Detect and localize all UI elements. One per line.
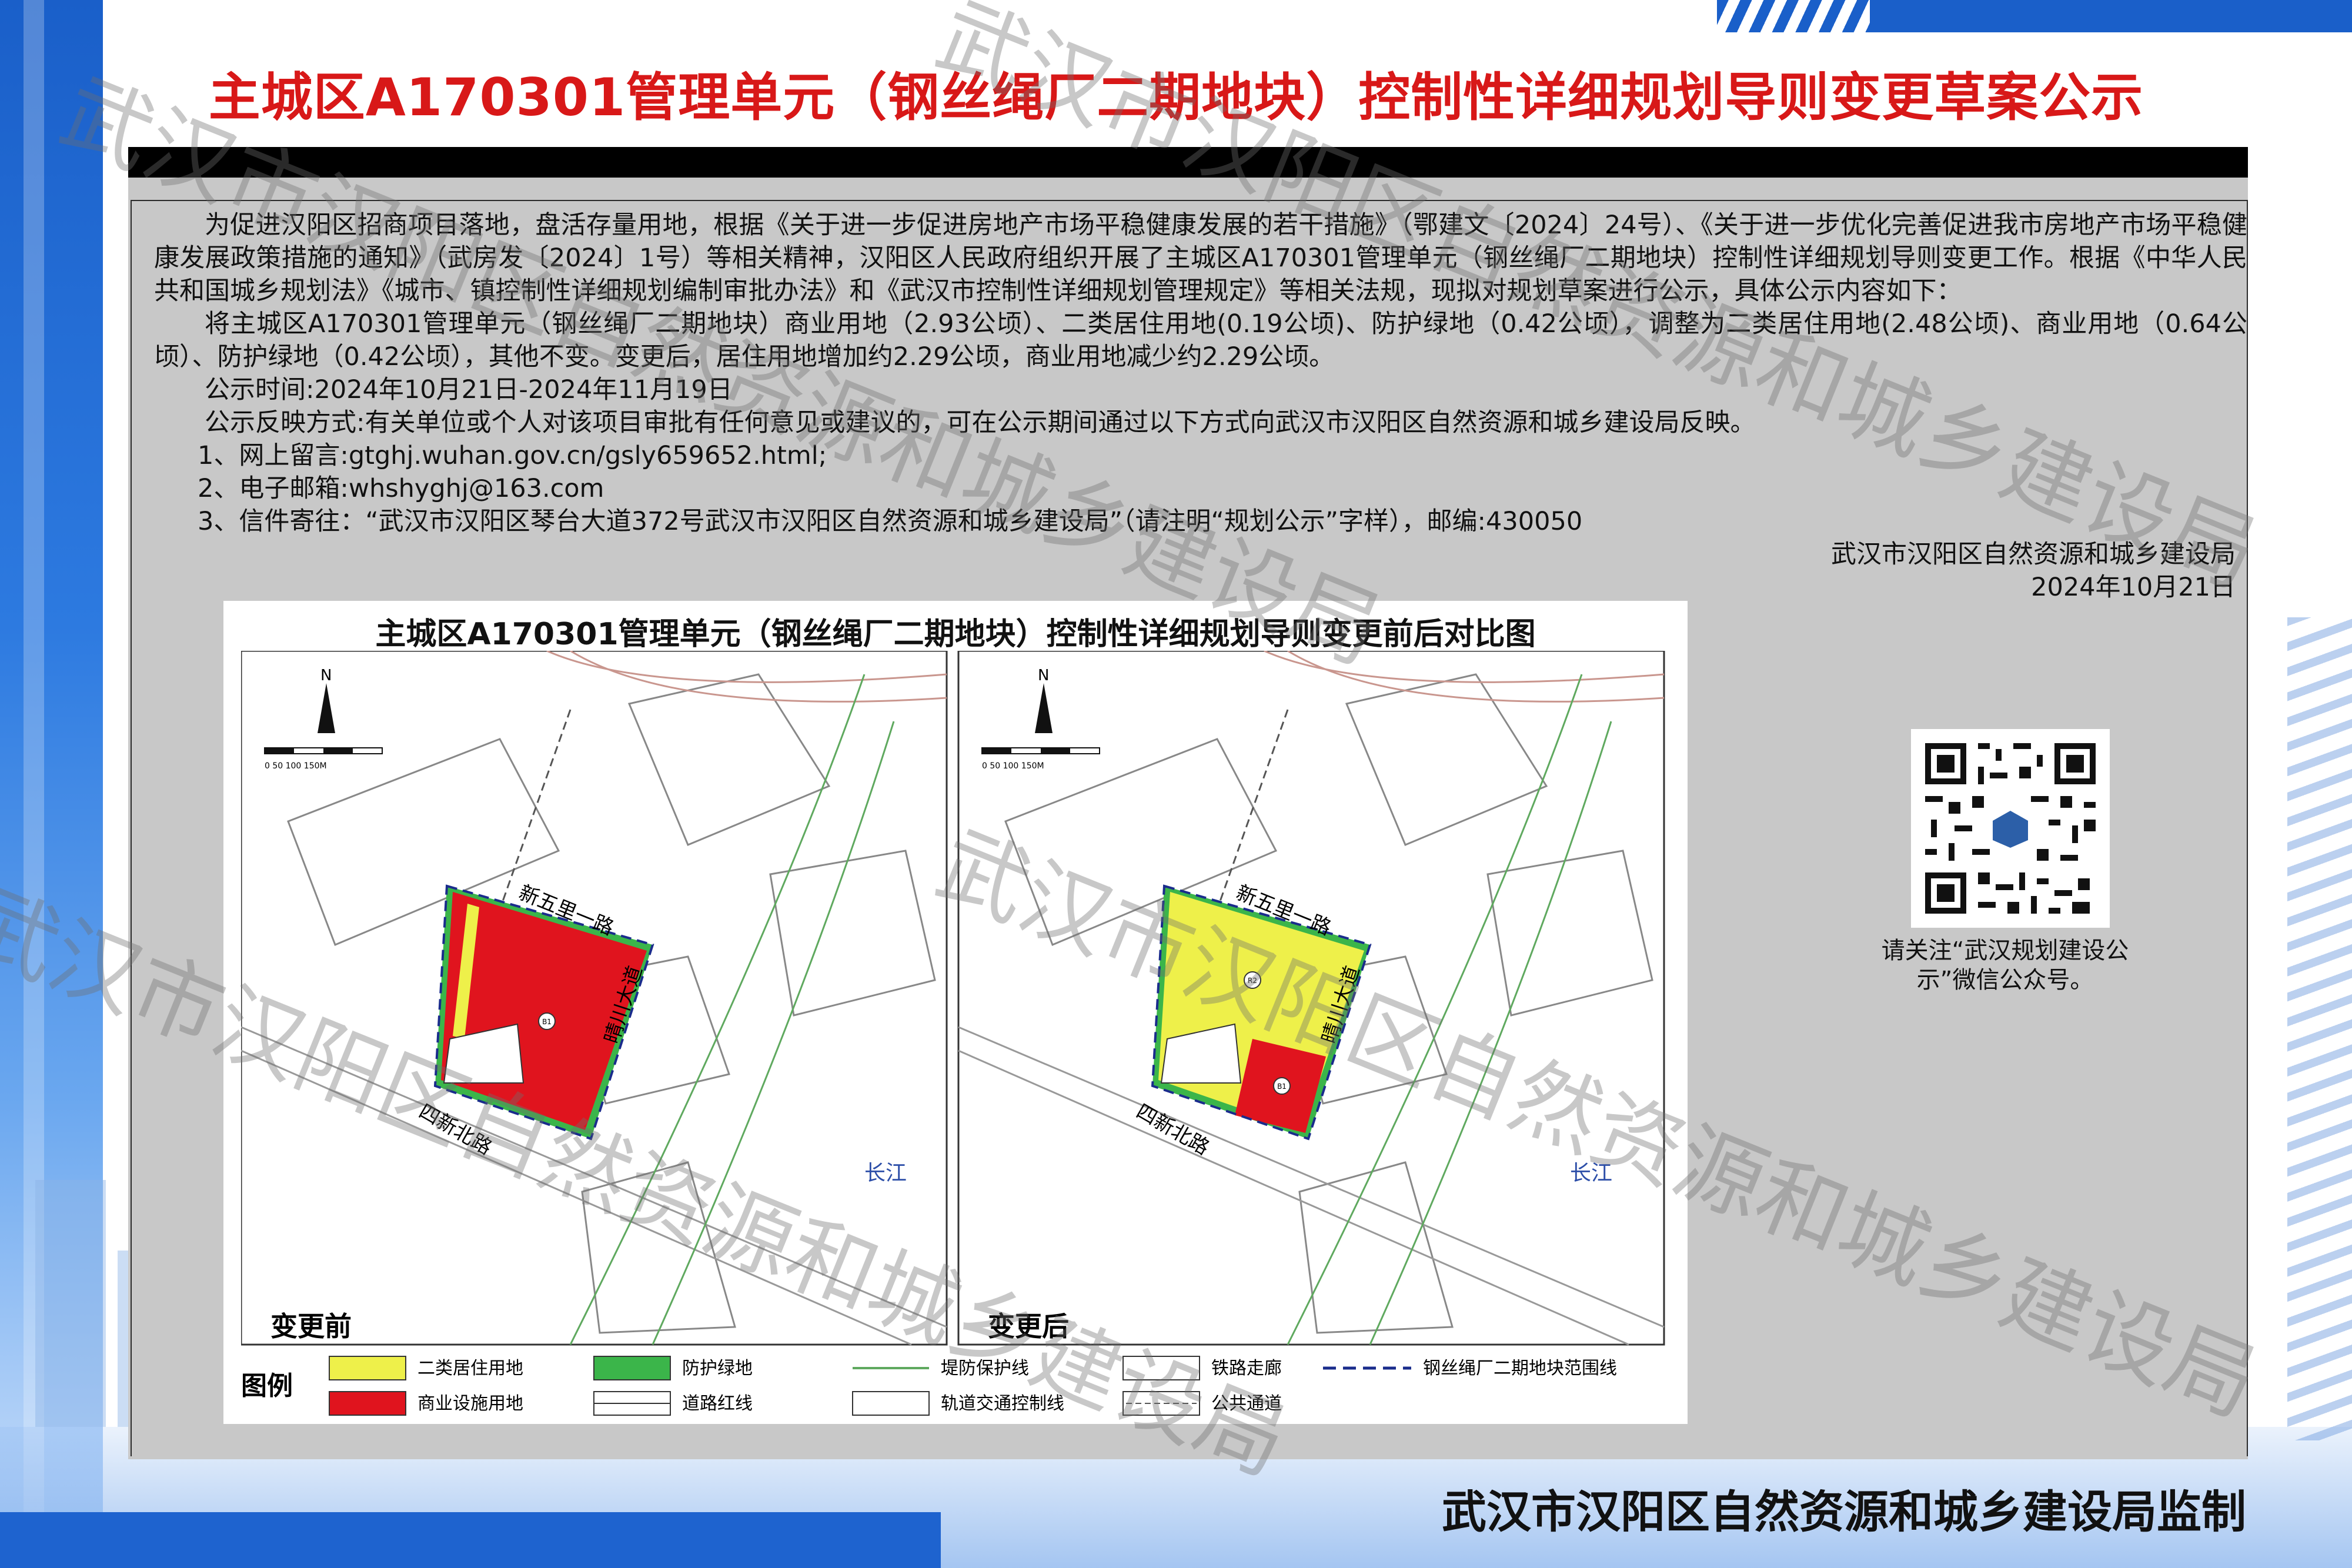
legend-label-rail-transit: 轨道交通控制线 xyxy=(941,1393,1064,1414)
map-after-scale-label: 0 50 100 150M xyxy=(982,761,1044,771)
map-before: B1 N 0 50 100 150M 新五里一路 四新北路 晴川大道 长江 变更… xyxy=(241,651,948,1346)
legend-label-green: 防护绿地 xyxy=(682,1358,753,1379)
legend-label-railway: 铁路走廊 xyxy=(1211,1358,1282,1379)
decorative-top-stripes xyxy=(1717,0,1870,32)
notice-text: 为促进汉阳区招商项目落地，盘活存量用地，根据《关于进一步促进房地产市场平稳健康发… xyxy=(154,209,2247,604)
figure-title: 主城区A170301管理单元（钢丝绳厂二期地块）控制性详细规划导则变更前后对比图 xyxy=(375,617,1536,652)
map-after-b1-code: B1 xyxy=(1277,1082,1287,1091)
map-before-scale-label: 0 50 100 150M xyxy=(265,761,327,771)
map-after-north-label: N xyxy=(1038,667,1049,684)
qr-caption: 请关注“武汉规划建设公示”微信公众号。 xyxy=(1881,937,2129,994)
qr-code-icon xyxy=(1919,737,2102,920)
map-after: R2 B1 N 0 50 100 150M 新五里一路 四新北路 晴川大道 长江… xyxy=(957,651,1665,1346)
notice-web-link[interactable]: 1、网上留言:gtghj.wuhan.gov.cn/gsly659652.htm… xyxy=(154,439,2247,472)
decorative-bottom-blue xyxy=(0,1512,941,1568)
notice-signer: 武汉市汉阳区自然资源和城乡建设局 xyxy=(1831,540,2236,569)
notice-paragraph-2: 将主城区A170301管理单元（钢丝绳厂二期地块）商业用地（2.93公顷）、二类… xyxy=(154,309,2247,372)
legend-label-boundary: 钢丝绳厂二期地块范围线 xyxy=(1423,1358,1617,1379)
legend-swatch-railway xyxy=(1122,1356,1200,1380)
legend-swatch-rail-transit xyxy=(852,1391,930,1416)
notice-mail-address: 3、信件寄往：“武汉市汉阳区琴台大道372号武汉市汉阳区自然资源和城乡建设局”（… xyxy=(198,507,1583,536)
legend-swatch-residential xyxy=(329,1356,406,1380)
legend-label-residential: 二类居住用地 xyxy=(417,1358,523,1379)
map-before-label: 变更前 xyxy=(270,1310,352,1342)
notice-paragraph-1: 为促进汉阳区招商项目落地，盘活存量用地，根据《关于进一步促进房地产市场平稳健康发… xyxy=(154,210,2247,306)
page-title: 主城区A170301管理单元（钢丝绳厂二期地块）控制性详细规划导则变更草案公示 xyxy=(208,67,2144,128)
map-after-river: 长江 xyxy=(1570,1161,1612,1185)
header-black-bar xyxy=(128,147,2248,178)
map-after-scale-segment xyxy=(982,748,1011,754)
legend-label-dike-line: 堤防保护线 xyxy=(941,1358,1029,1379)
map-before-scale-segment xyxy=(323,748,353,754)
map-legend: 图例 二类居住用地 商业设施用地 防护绿地 道路红线 堤防保护线 轨道交通控制线… xyxy=(241,1356,1617,1416)
legend-label-commercial: 商业设施用地 xyxy=(417,1393,523,1414)
map-after-scale-segment xyxy=(1041,748,1070,754)
notice-email[interactable]: 2、电子邮箱:whshyghj@163.com xyxy=(154,472,2247,505)
legend-swatch-commercial xyxy=(329,1391,406,1416)
legend-label-public-passage: 公共通道 xyxy=(1211,1393,1282,1414)
legend-title: 图例 xyxy=(241,1371,293,1401)
decorative-top-right-bar xyxy=(1870,0,2352,32)
footer-supervisor: 武汉市汉阳区自然资源和城乡建设局监制 xyxy=(1442,1486,2246,1538)
comparison-map: B1 N 0 50 100 150M 新五里一路 四新北路 晴川大道 长江 变更… xyxy=(241,651,1665,1346)
notice-date: 2024年10月21日 xyxy=(2031,573,2236,602)
map-before-river: 长江 xyxy=(864,1161,907,1185)
comparison-figure: 主城区A170301管理单元（钢丝绳厂二期地块）控制性详细规划导则变更前后对比图 xyxy=(223,601,1688,1424)
map-after-r2-code: R2 xyxy=(1248,977,1257,985)
decorative-right-pattern xyxy=(2287,617,2352,1440)
legend-label-road-line: 道路红线 xyxy=(682,1393,753,1414)
legend-swatch-green xyxy=(593,1356,671,1380)
map-before-b1-code: B1 xyxy=(542,1018,552,1026)
map-before-scale-segment xyxy=(265,748,294,754)
notice-period: 公示时间:2024年10月21日-2024年11月19日 xyxy=(205,375,733,404)
map-after-label: 变更后 xyxy=(988,1310,1069,1342)
notice-feedback: 公示反映方式:有关单位或个人对该项目审批有任何意见或建议的，可在公示期间通过以下… xyxy=(205,408,1756,437)
qr-code[interactable] xyxy=(1911,729,2110,928)
decorative-building xyxy=(35,1180,106,1427)
map-before-north-label: N xyxy=(320,667,332,684)
